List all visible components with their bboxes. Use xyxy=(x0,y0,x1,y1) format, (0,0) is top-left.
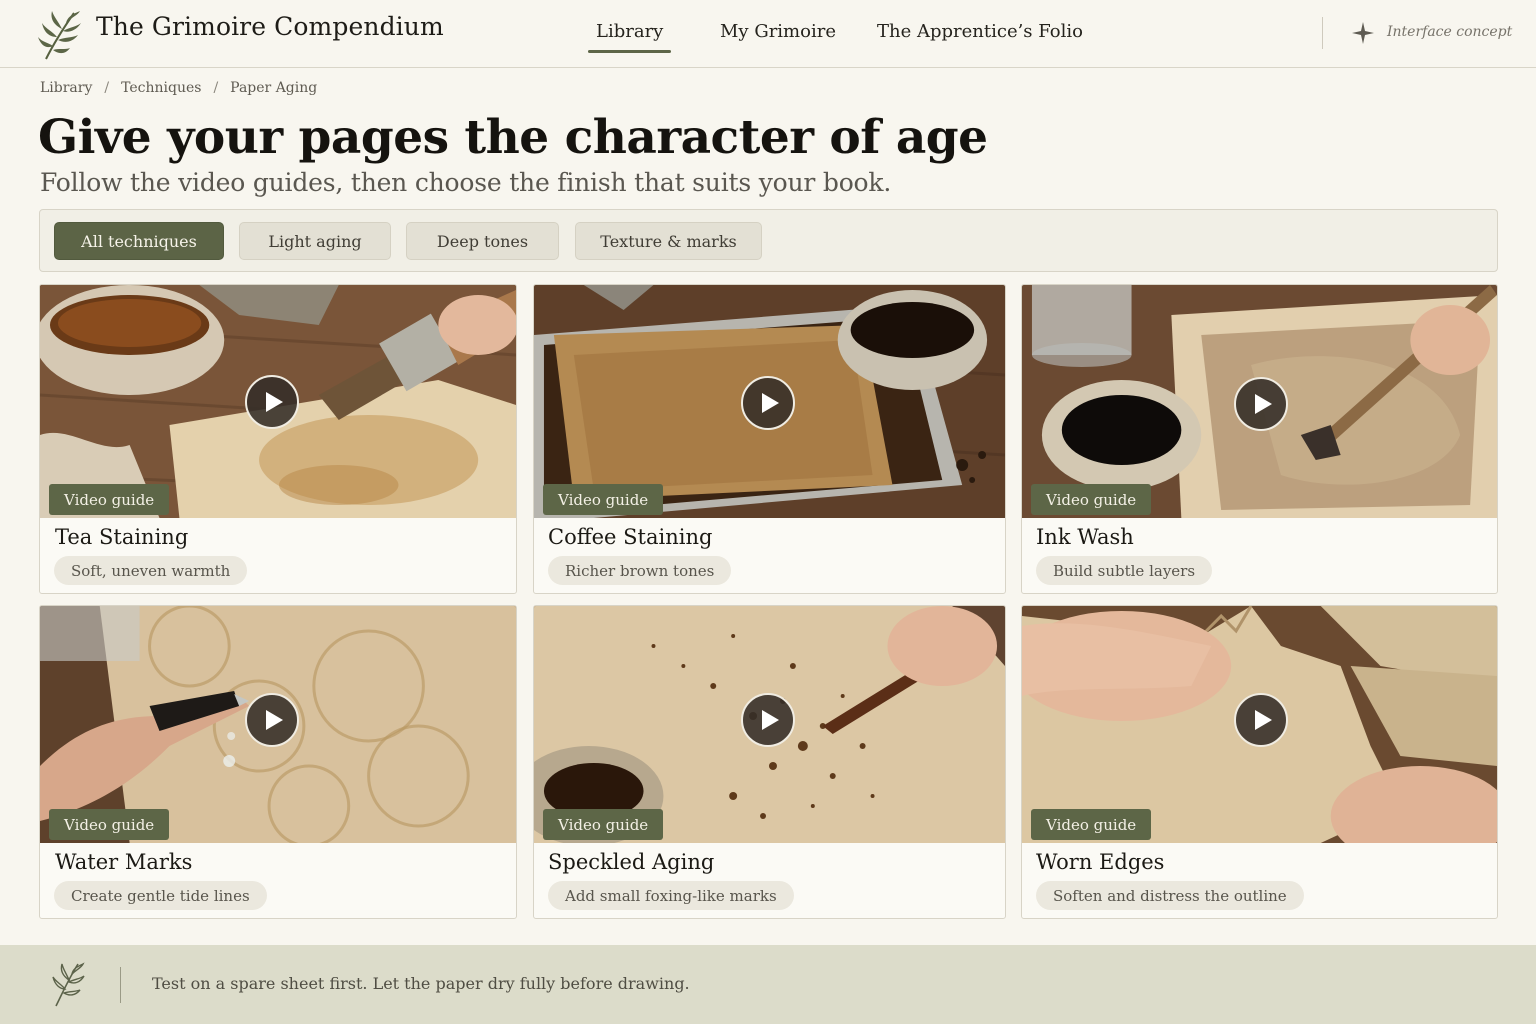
tip-bar: Test on a spare sheet first. Let the pap… xyxy=(0,945,1536,1024)
play-button[interactable] xyxy=(245,375,299,429)
technique-card-tea-staining[interactable]: Video guide Tea Staining Soft, uneven wa… xyxy=(39,284,517,594)
play-button[interactable] xyxy=(741,376,795,430)
filter-deep-tones[interactable]: Deep tones xyxy=(406,222,559,260)
video-guide-badge: Video guide xyxy=(49,484,170,515)
play-button[interactable] xyxy=(1234,377,1288,431)
technique-card-water-marks[interactable]: Video guide Water Marks Create gentle ti… xyxy=(39,605,517,919)
filter-texture-marks[interactable]: Texture & marks xyxy=(575,222,762,260)
video-guide-badge: Video guide xyxy=(1031,484,1152,515)
breadcrumb-separator: / xyxy=(213,80,219,96)
site-title[interactable]: The Grimoire Compendium xyxy=(96,12,444,41)
card-title[interactable]: Tea Staining xyxy=(55,525,188,549)
breadcrumb-techniques[interactable]: Techniques xyxy=(121,80,201,96)
leaf-sprig-icon xyxy=(52,962,85,1007)
breadcrumb-library[interactable]: Library xyxy=(40,80,92,96)
card-tag: Soft, uneven warmth xyxy=(54,556,248,585)
page-subtitle: Follow the video guides, then choose the… xyxy=(40,168,892,197)
card-tag: Create gentle tide lines xyxy=(54,881,267,910)
breadcrumb: Library / Techniques / Paper Aging xyxy=(40,80,317,96)
tip-text: Test on a spare sheet first. Let the pap… xyxy=(152,974,690,993)
interface-concept-label: Interface concept xyxy=(1387,24,1513,40)
video-guide-badge: Video guide xyxy=(543,484,664,515)
card-title[interactable]: Worn Edges xyxy=(1036,850,1164,874)
card-tag: Soften and distress the outline xyxy=(1036,881,1304,910)
card-title[interactable]: Ink Wash xyxy=(1036,525,1134,549)
card-tag: Add small foxing-like marks xyxy=(548,881,794,910)
filter-all-techniques[interactable]: All techniques xyxy=(54,222,224,260)
filter-bar: All techniques Light aging Deep tones Te… xyxy=(39,209,1498,272)
video-guide-badge: Video guide xyxy=(543,809,664,840)
nav-apprentices-folio[interactable]: The Apprentice’s Folio xyxy=(877,21,1083,42)
card-tag: Build subtle layers xyxy=(1036,556,1213,585)
page-title: Give your pages the character of age xyxy=(38,110,988,165)
breadcrumb-separator: / xyxy=(104,80,110,96)
play-button[interactable] xyxy=(1234,693,1288,747)
play-button[interactable] xyxy=(741,693,795,747)
card-tag: Richer brown tones xyxy=(548,556,732,585)
technique-card-speckled-aging[interactable]: Video guide Speckled Aging Add small fox… xyxy=(533,605,1006,919)
technique-card-worn-edges[interactable]: Video guide Worn Edges Soften and distre… xyxy=(1021,605,1498,919)
technique-card-coffee-staining[interactable]: Video guide Coffee Staining Richer brown… xyxy=(533,284,1006,594)
filter-light-aging[interactable]: Light aging xyxy=(239,222,391,260)
card-title[interactable]: Water Marks xyxy=(55,850,192,874)
header-divider xyxy=(1322,17,1323,49)
breadcrumb-paper-aging: Paper Aging xyxy=(230,80,318,96)
play-button[interactable] xyxy=(245,693,299,747)
tip-divider xyxy=(120,967,121,1003)
nav-my-grimoire[interactable]: My Grimoire xyxy=(720,21,836,42)
card-title[interactable]: Coffee Staining xyxy=(548,525,712,549)
card-title[interactable]: Speckled Aging xyxy=(548,850,714,874)
nav-library[interactable]: Library xyxy=(587,21,672,53)
technique-card-ink-wash[interactable]: Video guide Ink Wash Build subtle layers xyxy=(1021,284,1498,594)
leaf-sprig-icon[interactable] xyxy=(38,9,82,61)
sparkle-icon xyxy=(1352,22,1374,44)
top-header: The Grimoire Compendium Library My Grimo… xyxy=(0,0,1536,68)
video-guide-badge: Video guide xyxy=(49,809,170,840)
video-guide-badge: Video guide xyxy=(1031,809,1152,840)
